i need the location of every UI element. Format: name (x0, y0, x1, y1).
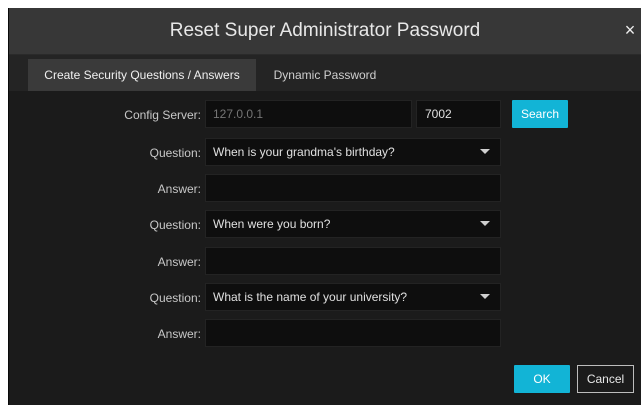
answer-input-2[interactable] (205, 247, 501, 275)
tab-dynamic-password[interactable]: Dynamic Password (261, 59, 389, 91)
question-label: Question: (149, 146, 201, 160)
search-button[interactable]: Search (512, 100, 568, 128)
answer-label: Answer: (157, 182, 201, 196)
dialog-title: Reset Super Administrator Password (169, 20, 481, 41)
question-row-1: Question: When is your grandma's birthda… (9, 138, 641, 168)
close-icon[interactable]: × (621, 18, 639, 42)
answer-input-1[interactable] (205, 174, 501, 202)
tab-security-questions[interactable]: Create Security Questions / Answers (28, 59, 256, 91)
question-row-2: Question: When were you born? (9, 210, 641, 240)
ok-button[interactable]: OK (514, 365, 570, 393)
question-value: When is your grandma's birthday? (213, 145, 395, 159)
cancel-button[interactable]: Cancel (577, 365, 634, 393)
question-select-2[interactable]: When were you born? (205, 210, 501, 238)
answer-input-3[interactable] (205, 319, 501, 347)
answer-label: Answer: (157, 255, 201, 269)
question-label: Question: (149, 218, 201, 232)
question-label: Question: (149, 291, 201, 305)
answer-row-3: Answer: (9, 319, 641, 349)
dialog-titlebar: Reset Super Administrator Password × (9, 8, 641, 55)
answer-row-2: Answer: (9, 247, 641, 277)
reset-password-dialog: Reset Super Administrator Password × Cre… (8, 8, 641, 405)
config-server-label: Config Server: (124, 108, 201, 122)
tab-bar: Create Security Questions / Answers Dyna… (9, 55, 641, 91)
question-value: What is the name of your university? (213, 290, 408, 304)
server-port-input[interactable] (416, 100, 501, 128)
answer-label: Answer: (157, 327, 201, 341)
chevron-down-icon (480, 149, 490, 154)
chevron-down-icon (480, 221, 490, 226)
question-select-3[interactable]: What is the name of your university? (205, 283, 501, 311)
config-server-row: Config Server: Search (9, 100, 641, 130)
question-select-1[interactable]: When is your grandma's birthday? (205, 138, 501, 166)
chevron-down-icon (480, 294, 490, 299)
question-value: When were you born? (213, 217, 331, 231)
server-ip-input[interactable] (205, 100, 412, 128)
question-row-3: Question: What is the name of your unive… (9, 283, 641, 313)
answer-row-1: Answer: (9, 174, 641, 204)
